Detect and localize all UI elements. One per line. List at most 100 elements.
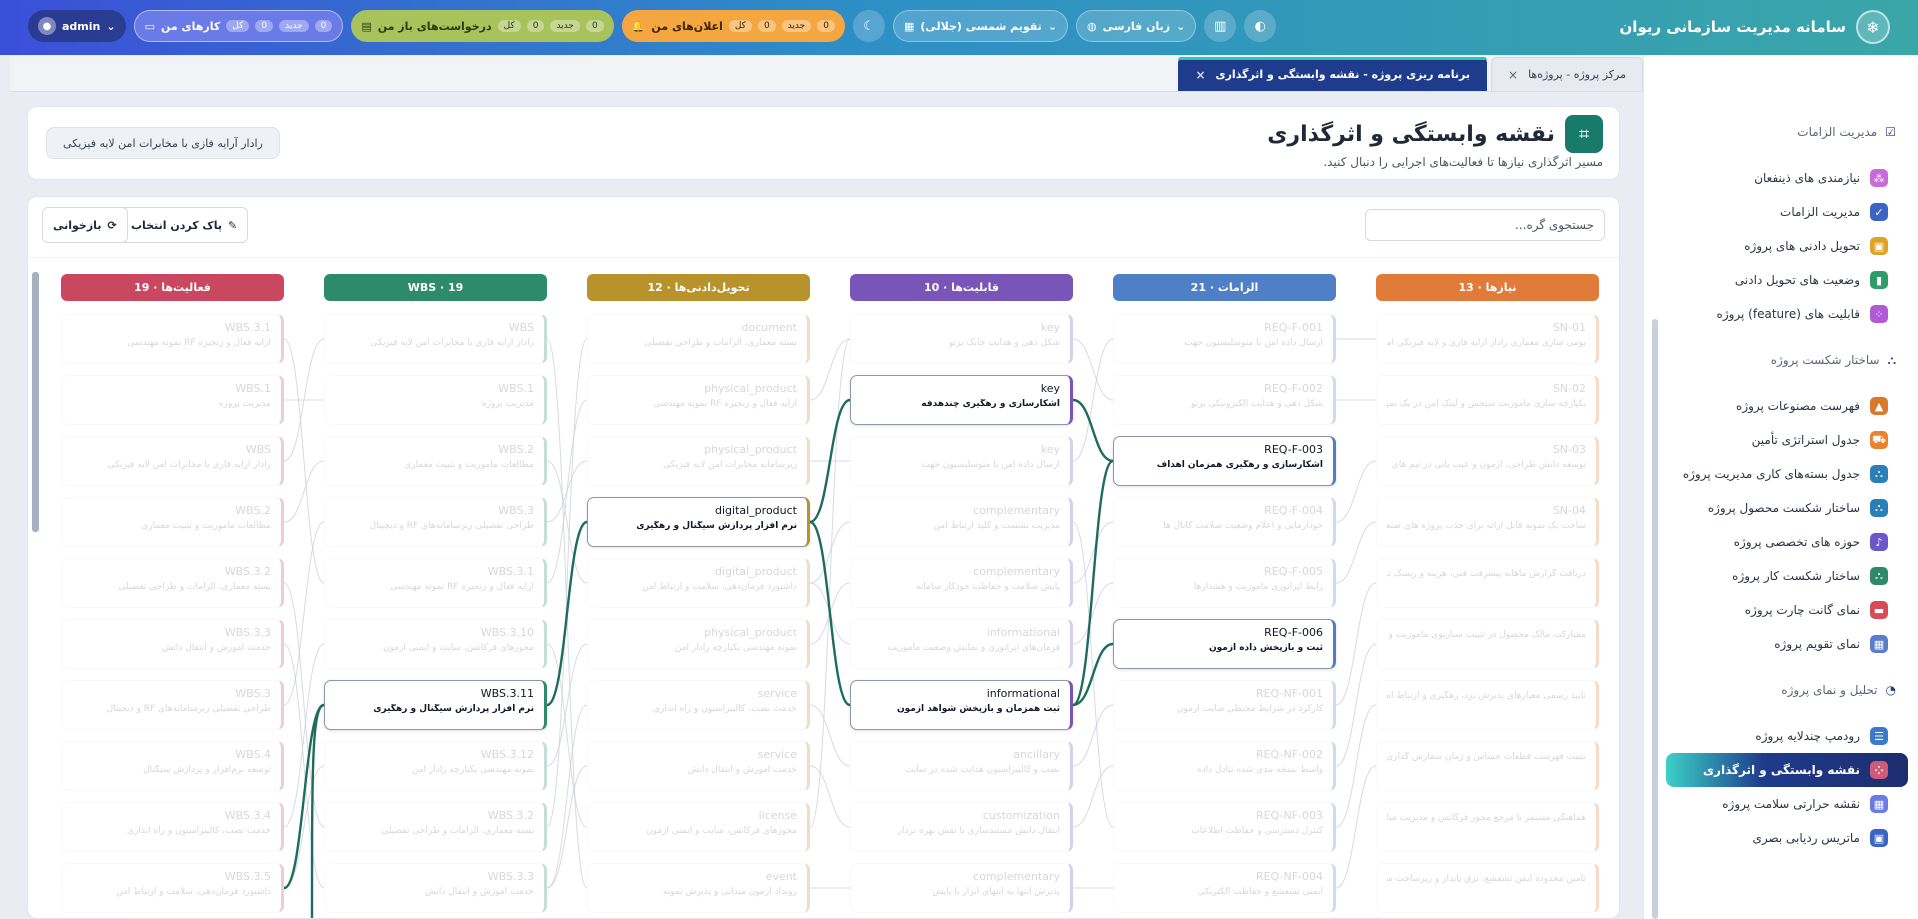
graph-node[interactable]: WBS.3.5 داشبورد فرمان‌دهی، سلامت و ارتباط… <box>61 863 284 913</box>
graph-node[interactable]: WBS.3.1 آرایه فعال و زنجیره RF نمونه مهند… <box>61 314 284 364</box>
sidebar-item[interactable]: ▣ تحویل دادنی های پروژه <box>1644 229 1918 263</box>
theme-button[interactable]: ◐ <box>1244 10 1277 42</box>
graph-node[interactable]: digital_product داشبورد فرمان‌دهی، سلامت … <box>587 558 810 608</box>
sidebar-item[interactable]: ▦ نمای تقویم پروژه <box>1644 627 1918 661</box>
graph-node[interactable]: REQ-NF-003 کنترل دسترسی و حفاظت اطلاعات <box>1113 802 1336 852</box>
sidebar-item[interactable]: ⛟ جدول استراتژی تأمین <box>1644 423 1918 457</box>
graph-node[interactable]: document بسته معماری، الزامات و طراحی تفص… <box>587 314 810 364</box>
graph-node[interactable]: complementary مدیریت نشست و کلید ارتباط ا… <box>850 497 1073 547</box>
my-open-requests-button[interactable]: 0 جدید 0 کل درخواست‌های باز من ▤ <box>351 10 614 42</box>
close-icon[interactable]: × <box>1195 68 1205 82</box>
sidebar-item[interactable]: ⛬ جدول بسته‌های کاری مدیریت پروژه <box>1644 457 1918 491</box>
graph-node[interactable]: REQ-F-001 ارسال داده امن با متوسلیسیون جه… <box>1113 314 1336 364</box>
reload-button[interactable]: ⟳ بازخوانی <box>42 207 128 243</box>
graph-node[interactable]: SN-04 ساخت یک نمونه قابل ارائه برای جذب پ… <box>1376 497 1599 547</box>
tab-project-center[interactable]: مرکز پروژه - پروژه‌ها × <box>1491 57 1643 91</box>
sidebar-item[interactable]: ▮ وضعیت های تحویل دادنی <box>1644 263 1918 297</box>
sidebar-section-analysis[interactable]: ◔ تحلیل و نمای پروژه <box>1644 673 1918 707</box>
sidebar-item[interactable]: ⁘ نقشه وابستگی و اثرگذاری <box>1666 753 1908 787</box>
graph-node[interactable]: complementary پذیرش انتها به انتهای ابزار… <box>850 863 1073 913</box>
graph-node[interactable]: WBS.3.11 نرم افزار پردازش سیگنال و رهگیری <box>324 680 547 730</box>
sidebar-scrollbar[interactable] <box>1652 319 1658 919</box>
graph-node[interactable]: SN-02 یکپارچه سازی ماموریت سنجش و لینک ام… <box>1376 375 1599 425</box>
close-icon[interactable]: × <box>1508 68 1518 82</box>
sidebar-item[interactable]: ⁘ قابلیت های (feature) پروژه <box>1644 297 1918 331</box>
user-menu-button[interactable]: ⌄ admin ● <box>28 10 126 42</box>
graph-node[interactable]: service خدمت نصب، کالیبراسیون و راه انداز… <box>587 680 810 730</box>
graph-node[interactable]: WBS.1 مدیریت پروژه <box>61 375 284 425</box>
dark-mode-toggle[interactable]: ☾ <box>852 10 885 42</box>
graph-node[interactable]: license مجوزهای فرکانس، سایت و ایمنی آزمو… <box>587 802 810 852</box>
graph-node[interactable]: WBS.3.12 نمونه مهندسی یکپارچه رادار امن <box>324 741 547 791</box>
graph-node[interactable]: REQ-NF-002 واسط نسخه بندی شده تبادل داده <box>1113 741 1336 791</box>
graph-node[interactable]: REQ-F-002 شکل دهی و هدایت الکترونیکی پرتو <box>1113 375 1336 425</box>
graph-node[interactable]: دریافت گزارش ماهانه پیشرفت فنی، هزینه و … <box>1376 558 1599 608</box>
graph-node[interactable]: informational فرمان‌های اپراتوری و نمایش … <box>850 619 1073 669</box>
graph-node[interactable]: digital_product نرم افزار پردازش سیگنال و… <box>587 497 810 547</box>
dependency-graph[interactable]: نیازها · 13 SN-01 بومی سازی معماری رادار آ… <box>28 257 1619 918</box>
graph-node[interactable]: WBS رادار آرایه فازی با مخابرات امن لایه … <box>61 436 284 486</box>
graph-node[interactable]: SN-03 توسعه دانش طراحی، آزمون و عیب یابی … <box>1376 436 1599 486</box>
sidebar-item[interactable]: ▲ فهرست مصنوعات پروژه <box>1644 389 1918 423</box>
calendar-select[interactable]: ⌄ تقویم شمسی (جلالی) ▦ <box>892 10 1069 42</box>
graph-node[interactable]: key شکل دهی و هدایت چابک پرتو <box>850 314 1073 364</box>
graph-node[interactable]: WBS.3.10 مجوزهای فرکانس، سایت و ایمنی آزم… <box>324 619 547 669</box>
graph-node[interactable]: WBS.3.3 خدمت آموزش و انتقال دانش <box>61 619 284 669</box>
graph-node[interactable]: تامین محدوده ایمن تشعشع، برق پایدار و زی… <box>1376 863 1599 913</box>
sidebar-item[interactable]: ♪ حوزه های تخصصی پروژه <box>1644 525 1918 559</box>
graph-node[interactable]: WBS.3.2 بسته معماری، الزامات و طراحی تفصی… <box>324 802 547 852</box>
graph-node[interactable]: WBS.4 توسعه نرم‌افزار و پردازش سیگنال <box>61 741 284 791</box>
my-work-button[interactable]: 0 جدید 0 کل کارهای من ▭ <box>133 10 344 42</box>
sidebar-section-requirements[interactable]: ☑ مدیریت الزامات <box>1644 115 1918 149</box>
graph-node[interactable]: هماهنگی مستمر با مرجع مجوز فرکانس و مدیر… <box>1376 802 1599 852</box>
graph-node[interactable]: WBS.3.1 آرایه فعال و زنجیره RF نمونه مهند… <box>324 558 547 608</box>
sidebar-item[interactable]: ☰ رودمپ چندلایه پروژه <box>1644 719 1918 753</box>
graph-node[interactable]: REQ-F-003 آشکارسازی و رهگیری همزمان اهداف <box>1113 436 1336 486</box>
graph-node[interactable]: service خدمت آموزش و انتقال دانش <box>587 741 810 791</box>
graph-node[interactable]: ancillary نصب و کالیبراسیون هدایت شده در … <box>850 741 1073 791</box>
graph-node[interactable]: تثبیت فهرست قطعات حساس و زمان سفارش گذار… <box>1376 741 1599 791</box>
sidebar-item[interactable]: ▣ ماتریس ردیابی بصری <box>1644 821 1918 855</box>
graph-node[interactable]: REQ-NF-001 کارکرد در شرایط محیطی سایت آزم… <box>1113 680 1336 730</box>
graph-node[interactable]: WBS.1 مدیریت پروژه <box>324 375 547 425</box>
sidebar-item[interactable]: ✓ مدیریت الزامات <box>1644 195 1918 229</box>
my-notifications-button[interactable]: 0 جدید 0 کل اعلان‌های من 🔔 <box>621 10 845 42</box>
graph-node[interactable]: WBS.3.4 خدمت نصب، کالیبراسیون و راه انداز… <box>61 802 284 852</box>
sidebar-item[interactable]: ▬ نمای گانت چارت پروژه <box>1644 593 1918 627</box>
graph-node[interactable]: WBS.2 مطالعات ماموریت و تثبیت معماری <box>61 497 284 547</box>
graph-node[interactable]: REQ-F-006 ثبت و بازپخش داده آزمون <box>1113 619 1336 669</box>
language-select[interactable]: ⌄ زبان فارسی ◍ <box>1076 10 1197 42</box>
graph-node[interactable]: complementary پایش سلامت و حفاظت خودکار س… <box>850 558 1073 608</box>
graph-node[interactable]: WBS.3 طراحی تفصیلی زیرسامانه‌های RF و دیج… <box>61 680 284 730</box>
clear-selection-button[interactable]: ✎ پاک کردن انتخاب <box>120 207 249 243</box>
graph-node[interactable]: key آشکارسازی و رهگیری چندهدفه <box>850 375 1073 425</box>
graph-node[interactable]: REQ-F-004 خودآزمایی و اعلام وضعیت سلامت ک… <box>1113 497 1336 547</box>
graph-node[interactable]: customization انتقال دانش مستندسازی با نق… <box>850 802 1073 852</box>
graph-node[interactable]: REQ-F-005 رابط اپراتوری ماموریت و هشدارها <box>1113 558 1336 608</box>
sidebar-item[interactable]: ▦ نقشه حرارتی سلامت پروژه <box>1644 787 1918 821</box>
graph-node[interactable]: informational ثبت همزمان و بازپخش شواهد آ… <box>850 680 1073 730</box>
graph-node[interactable]: WBS.3.3 خدمت آموزش و انتقال دانش <box>324 863 547 913</box>
building-button[interactable]: ▥ <box>1204 10 1237 42</box>
sidebar-item[interactable]: ⁂ نیازمندی های ذینفعان <box>1644 161 1918 195</box>
sidebar-item[interactable]: ⛬ ساختار شکست کار پروژه <box>1644 559 1918 593</box>
graph-node[interactable]: physical_product نمونه مهندسی یکپارچه راد… <box>587 619 810 669</box>
node-search-input[interactable] <box>1365 209 1605 241</box>
graph-node[interactable]: مشارکت مالک محصول در تثبیت سناریوی مامور… <box>1376 619 1599 669</box>
graph-node[interactable]: event رویداد آزمون میدانی و پذیرش نمونه <box>587 863 810 913</box>
graph-node[interactable]: WBS.3 طراحی تفصیلی زیرسامانه‌های RF و دیج… <box>324 497 547 547</box>
graph-node[interactable]: WBS.2 مطالعات ماموریت و تثبیت معماری <box>324 436 547 486</box>
graph-node[interactable]: REQ-NF-004 ایمنی تشعشع و حفاظت الکتریکی <box>1113 863 1336 913</box>
graph-node[interactable]: physical_product آرایه فعال و زنجیره RF ن… <box>587 375 810 425</box>
graph-node[interactable]: WBS رادار آرایه فازی با مخابرات امن لایه … <box>324 314 547 364</box>
brand[interactable]: ❄ سامانه مدیریت سازمانی ریوان <box>1620 10 1890 44</box>
graph-node[interactable]: SN-01 بومی سازی معماری رادار آرایه فازی و… <box>1376 314 1599 364</box>
graph-node[interactable]: تایید رسمی معیارهای پذیرش برد، رهگیری و … <box>1376 680 1599 730</box>
tab-dependency-map[interactable]: برنامه ریزی پروژه - نقشه وابستگی و اثرگذ… <box>1178 57 1488 91</box>
graph-node[interactable]: WBS.3.2 بسته معماری، الزامات و طراحی تفصی… <box>61 558 284 608</box>
sidebar-section-breakdown[interactable]: ⛬ ساختار شکست پروژه <box>1644 343 1918 377</box>
graph-node[interactable]: physical_product زیرسامانه مخابرات امن لا… <box>587 436 810 486</box>
sidebar-item[interactable]: ⛬ ساختار شکست محصول پروژه <box>1644 491 1918 525</box>
graph-node[interactable]: key ارسال داده امن با متوسلیسیون جهت <box>850 436 1073 486</box>
graph-scrollbar[interactable] <box>32 272 39 532</box>
